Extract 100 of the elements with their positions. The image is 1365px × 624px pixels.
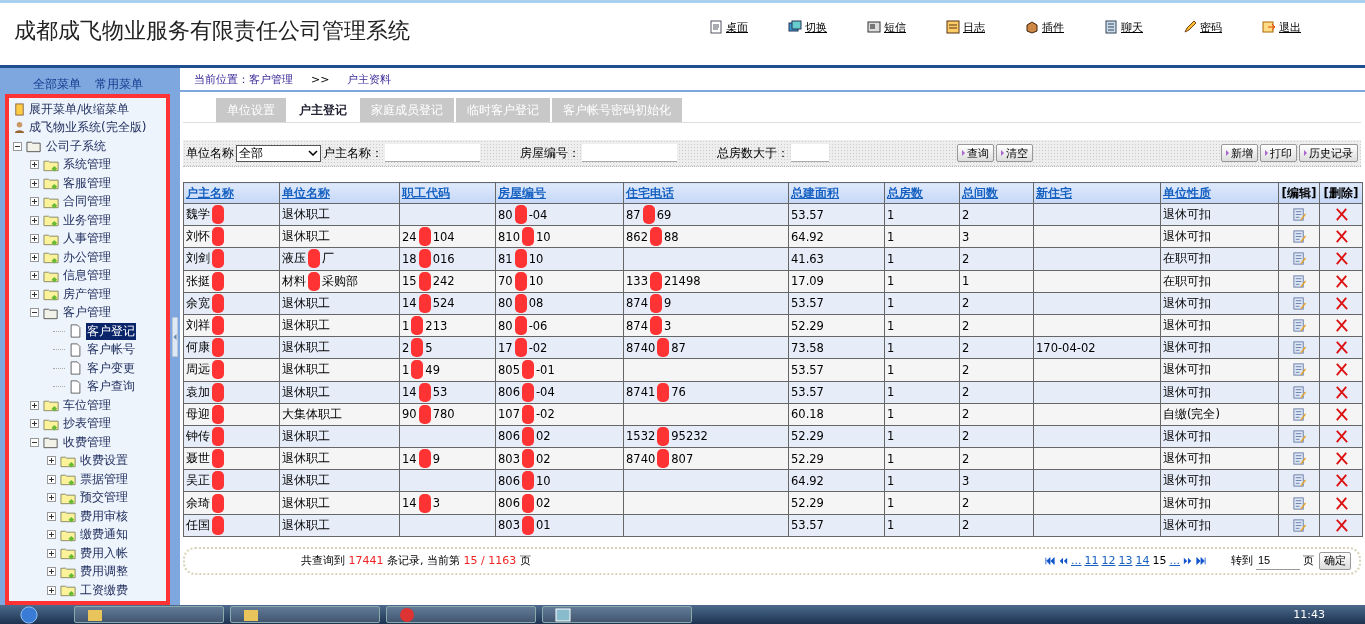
page-link[interactable]: 14 [1135, 554, 1150, 568]
expand-icon[interactable] [47, 530, 56, 540]
tree-item[interactable]: 业务管理 [62, 211, 112, 229]
delete-icon[interactable] [1333, 229, 1349, 245]
taskbar-button[interactable] [542, 606, 692, 623]
first-page-icon[interactable] [1045, 556, 1055, 565]
delete-icon[interactable] [1333, 495, 1349, 511]
delete-icon[interactable] [1333, 517, 1349, 533]
search-button[interactable]: 清空 [996, 144, 1033, 162]
tree-item[interactable]: 办公管理 [62, 248, 112, 266]
tree-item[interactable]: 信息管理 [62, 267, 112, 285]
tree-item[interactable]: 预交管理 [79, 489, 129, 507]
collapse-icon[interactable] [30, 308, 39, 318]
edit-icon[interactable] [1291, 318, 1307, 334]
house-number-field[interactable] [582, 144, 677, 162]
nav-link[interactable]: 日志 [946, 19, 1025, 35]
tree-item[interactable]: 成飞物业系统(完全版) [28, 119, 148, 137]
edit-icon[interactable] [1291, 384, 1307, 400]
edit-icon[interactable] [1291, 473, 1307, 489]
tree-item[interactable]: 收费管理 [62, 433, 112, 451]
expand-icon[interactable] [30, 400, 39, 410]
delete-icon[interactable] [1333, 473, 1349, 489]
delete-icon[interactable] [1333, 295, 1349, 311]
delete-icon[interactable] [1333, 362, 1349, 378]
tree-item[interactable]: 房产管理 [62, 285, 112, 303]
page-link[interactable]: ... [1071, 554, 1082, 568]
delete-icon[interactable] [1333, 428, 1349, 444]
action-button[interactable]: 打印 [1260, 144, 1297, 162]
expand-icon[interactable] [30, 252, 39, 262]
edit-icon[interactable] [1291, 362, 1307, 378]
expand-icon[interactable] [47, 548, 56, 558]
delete-icon[interactable] [1333, 406, 1349, 422]
collapse-icon[interactable] [30, 437, 39, 447]
expand-icon[interactable] [47, 567, 56, 577]
edit-icon[interactable] [1291, 207, 1307, 223]
tree-item[interactable]: 客户登记 [86, 322, 136, 340]
edit-icon[interactable] [1291, 517, 1307, 533]
expand-icon[interactable] [47, 493, 56, 503]
menu-tab[interactable]: 常用菜单 [95, 76, 143, 94]
delete-icon[interactable] [1333, 273, 1349, 289]
nav-link[interactable]: 聊天 [1104, 19, 1183, 35]
expand-icon[interactable] [47, 511, 56, 521]
edit-icon[interactable] [1291, 495, 1307, 511]
delete-icon[interactable] [1333, 451, 1349, 467]
nav-link[interactable]: 桌面 [709, 19, 788, 35]
tree-item[interactable]: 客户管理 [62, 304, 112, 322]
tree-item[interactable]: 客户变更 [86, 359, 136, 377]
action-button[interactable]: 新增 [1221, 144, 1258, 162]
delete-icon[interactable] [1333, 384, 1349, 400]
expand-icon[interactable] [30, 271, 39, 281]
expand-icon[interactable] [47, 456, 56, 466]
tree-item[interactable]: 费用入帐 [79, 544, 129, 562]
nav-link[interactable]: 退出 [1262, 19, 1341, 35]
tree-item[interactable]: 客户帐号 [86, 341, 136, 359]
taskbar-button[interactable] [230, 606, 380, 623]
expand-icon[interactable] [30, 234, 39, 244]
tree-item[interactable]: 费用审核 [79, 507, 129, 525]
column-header-link[interactable]: 新住宅 [1036, 185, 1072, 200]
confirm-button[interactable]: 确定 [1319, 551, 1351, 570]
search-button[interactable]: 查询 [957, 144, 994, 162]
owner-name-field[interactable] [385, 144, 480, 162]
taskbar-button[interactable] [74, 606, 224, 623]
expand-icon[interactable] [30, 197, 39, 207]
edit-icon[interactable] [1291, 451, 1307, 467]
tree-item[interactable]: 票据管理 [79, 470, 129, 488]
tree-item[interactable]: 收费设置 [79, 452, 129, 470]
tree-item[interactable]: 抄表管理 [62, 415, 112, 433]
next-page-icon[interactable] [1183, 556, 1193, 565]
delete-icon[interactable] [1333, 340, 1349, 356]
page-link[interactable]: 15 [1152, 554, 1167, 568]
expand-icon[interactable] [47, 474, 56, 484]
edit-icon[interactable] [1291, 273, 1307, 289]
edit-icon[interactable] [1291, 340, 1307, 356]
tree-item[interactable]: 系统管理 [62, 156, 112, 174]
page-link[interactable]: 12 [1101, 554, 1116, 568]
tree-item[interactable]: 缴费通知 [79, 526, 129, 544]
menu-tab[interactable]: 全部菜单 [33, 76, 81, 94]
nav-link[interactable]: 切换 [788, 19, 867, 35]
nav-link[interactable]: 插件 [1025, 19, 1104, 35]
previous-page-icon[interactable] [1058, 556, 1068, 565]
tree-item[interactable]: 车位管理 [62, 396, 112, 414]
edit-icon[interactable] [1291, 251, 1307, 267]
breadcrumb-link[interactable]: 户主资料 [347, 71, 392, 87]
page-link[interactable]: 11 [1084, 554, 1099, 568]
tree-item[interactable]: 客户查询 [86, 378, 136, 396]
expand-icon[interactable] [30, 419, 39, 429]
page-link[interactable]: ... [1169, 554, 1180, 568]
tree-item[interactable]: 展开菜单/收缩菜单 [28, 100, 131, 118]
tree-item[interactable]: 公司子系统 [45, 137, 107, 155]
taskbar-button[interactable] [386, 606, 536, 623]
expand-icon[interactable] [47, 585, 56, 595]
delete-icon[interactable] [1333, 318, 1349, 334]
collapse-icon[interactable] [13, 141, 22, 151]
edit-icon[interactable] [1291, 406, 1307, 422]
action-button[interactable]: 历史记录 [1299, 144, 1358, 162]
nav-link[interactable]: 密码 [1183, 19, 1262, 35]
delete-icon[interactable] [1333, 207, 1349, 223]
edit-icon[interactable] [1291, 229, 1307, 245]
page-link[interactable]: 13 [1118, 554, 1133, 568]
tree-item[interactable]: 工资缴费 [79, 581, 129, 599]
